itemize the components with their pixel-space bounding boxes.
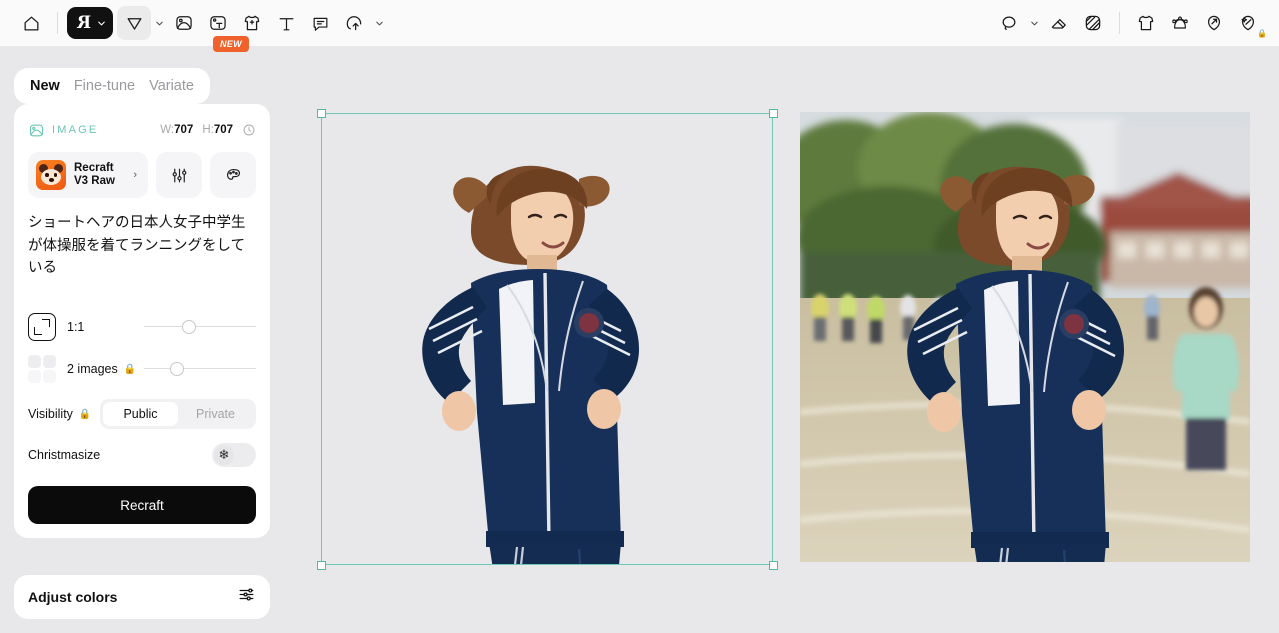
style-palette-button[interactable] — [210, 152, 256, 198]
upload-tool-icon[interactable] — [337, 6, 371, 40]
tab-fine-tune[interactable]: Fine-tune — [74, 78, 135, 94]
new-badge: NEW — [213, 36, 249, 52]
tab-new[interactable]: New — [30, 78, 60, 94]
adjust-colors-panel[interactable]: Adjust colors — [14, 575, 270, 619]
visibility-row: Visibility 🔒 Public Private — [14, 398, 270, 430]
model-row: Recraft V3 Raw › — [14, 152, 270, 198]
tab-variate[interactable]: Variate — [149, 78, 194, 94]
lock-icon: 🔒 — [123, 363, 137, 375]
selection-frame[interactable] — [316, 108, 778, 570]
image-tool-icon[interactable] — [167, 6, 201, 40]
panel-tabs: New Fine-tune Variate — [14, 68, 210, 104]
text-tool-icon[interactable] — [269, 6, 303, 40]
aspect-ratio-label: 1:1 — [67, 320, 85, 334]
comment-tool-icon[interactable] — [303, 6, 337, 40]
palette-icon — [226, 168, 240, 180]
home-icon[interactable] — [14, 6, 48, 40]
recraft-generate-button[interactable]: Recraft — [28, 486, 256, 524]
canvas-area[interactable] — [284, 46, 1279, 633]
magic-upscale-icon[interactable]: 🔒 — [1231, 6, 1267, 40]
generation-panel: IMAGE W:707 H:707 Recraft V3 Raw › ショートヘ… — [14, 104, 270, 538]
toolbar-right-group: 🔒 — [992, 6, 1267, 40]
clock-icon[interactable] — [242, 123, 256, 137]
mockup-shirt-icon[interactable] — [1129, 6, 1163, 40]
aspect-ratio-icon[interactable] — [28, 313, 56, 341]
eraser-icon[interactable] — [1042, 6, 1076, 40]
upscale-icon[interactable] — [1197, 6, 1231, 40]
height-display: H:707 — [202, 124, 233, 136]
recraft-logo[interactable]: R — [67, 7, 114, 39]
christmasize-row: Christmasize ❄ — [14, 440, 270, 470]
resize-handle-bottom-right[interactable] — [768, 560, 778, 570]
inpaint-icon[interactable] — [1076, 6, 1110, 40]
upload-tool-chevron-icon[interactable] — [371, 6, 387, 40]
snowflake-icon: ❄ — [214, 445, 234, 465]
image-type-label: IMAGE — [52, 124, 99, 136]
model-selector[interactable]: Recraft V3 Raw › — [28, 152, 148, 198]
top-toolbar: R 🔒 NEW — [0, 0, 1279, 52]
model-settings-button[interactable] — [156, 152, 202, 198]
aspect-ratio-slider[interactable] — [144, 318, 256, 336]
panel-header: IMAGE W:707 H:707 — [14, 118, 270, 142]
image-count-slider[interactable] — [144, 360, 256, 378]
toolbar-divider-1 — [57, 12, 58, 34]
toolbar-left-group: R — [0, 6, 387, 40]
vectorize-icon[interactable] — [1163, 6, 1197, 40]
width-display: W:707 — [160, 124, 194, 136]
christmasize-label: Christmasize — [28, 448, 101, 462]
visibility-option-private[interactable]: Private — [178, 402, 253, 426]
aspect-ratio-row: 1:1 — [14, 310, 270, 344]
resize-handle-top-right[interactable] — [768, 108, 778, 118]
model-name: Recraft V3 Raw — [74, 161, 115, 188]
recraft-logo-glyph: R — [77, 13, 92, 33]
image-count-icon[interactable] — [28, 355, 56, 383]
christmasize-toggle[interactable]: ❄ — [212, 443, 256, 467]
text-image-tool-icon[interactable] — [201, 6, 235, 40]
generated-image-right[interactable] — [800, 112, 1250, 562]
sliders-icon — [172, 168, 186, 182]
chevron-right-icon: › — [133, 169, 137, 181]
image-count-row: 2 images 🔒 — [14, 352, 270, 386]
select-tool-chevron-icon[interactable] — [151, 6, 167, 40]
image-icon — [29, 124, 44, 136]
select-tool-icon[interactable] — [117, 6, 152, 40]
lock-icon: 🔒 — [78, 408, 92, 420]
resize-handle-top-left[interactable] — [316, 108, 326, 118]
visibility-label: Visibility 🔒 — [28, 407, 92, 421]
runner-illustration-right — [800, 112, 1250, 562]
visibility-option-public[interactable]: Public — [103, 402, 178, 426]
prompt-input[interactable]: ショートヘアの日本人女子中学生が体操服を着てランニングをしている — [14, 212, 270, 302]
chevron-down-icon — [98, 21, 105, 25]
toolbar-divider-2 — [1119, 12, 1120, 34]
red-panda-avatar — [36, 160, 66, 190]
adjust-colors-title: Adjust colors — [28, 589, 118, 605]
sliders-icon[interactable] — [237, 585, 256, 609]
resize-handle-bottom-left[interactable] — [316, 560, 326, 570]
lasso-icon[interactable] — [992, 6, 1026, 40]
mockup-tool-icon[interactable] — [235, 6, 269, 40]
image-count-label: 2 images 🔒 — [67, 362, 137, 376]
lock-icon: 🔒 — [1257, 29, 1267, 38]
visibility-segmented-control: Public Private — [100, 399, 256, 429]
image-type-badge: IMAGE — [28, 122, 98, 139]
lasso-chevron-icon[interactable] — [1026, 6, 1042, 40]
dimensions-group: W:707 H:707 — [160, 123, 256, 137]
